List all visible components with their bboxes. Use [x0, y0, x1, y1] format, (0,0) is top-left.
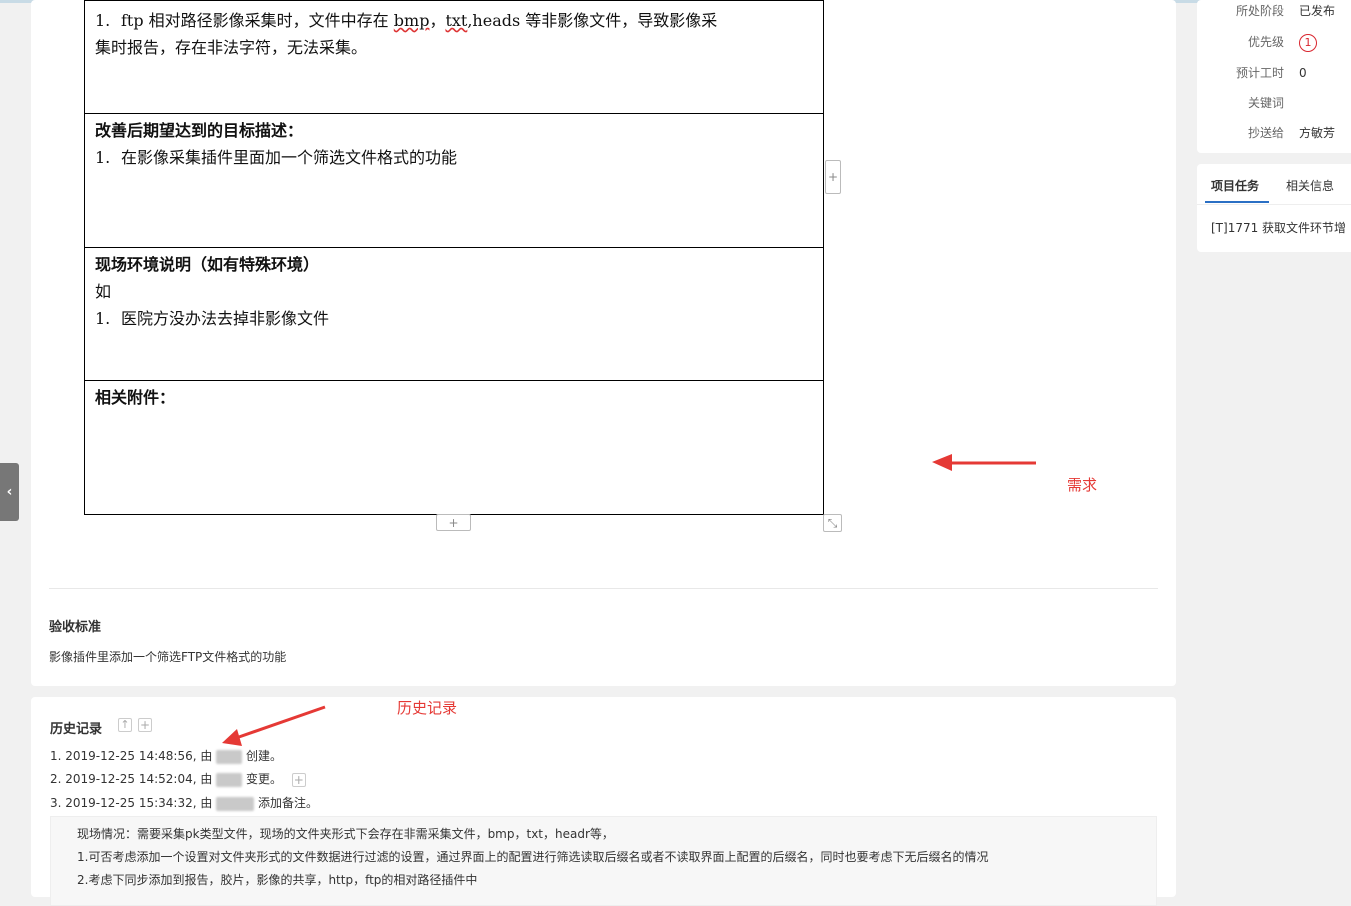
- problem-text-tail: ,heads 等非影像文件，导致影像采: [467, 11, 718, 30]
- add-column-button[interactable]: +: [825, 160, 841, 194]
- history-annotation: 历史记录: [397, 699, 458, 717]
- basic-info-panel: 所处阶段 已发布 优先级 1 预计工时 0 关键词 抄送给 方敏芳: [1197, 0, 1351, 153]
- history-item: 1. 2019-12-25 14:48:56, 由 创建。: [50, 747, 282, 764]
- history-card: 历史记录 ↑ + 历史记录 1. 2019-12-25 14:48:56, 由 …: [31, 697, 1176, 906]
- stage-row: 所处阶段 已发布: [1197, 1, 1351, 21]
- cc-row: 抄送给 方敏芳: [1197, 123, 1351, 143]
- expand-all-icon[interactable]: +: [138, 718, 152, 732]
- task-link[interactable]: [T]1771 获取文件环节增: [1211, 219, 1346, 236]
- history-item-suffix: 变更。: [242, 772, 282, 786]
- history-item-prefix: 1. 2019-12-25 14:48:56, 由: [50, 749, 217, 763]
- history-note: 现场情况：需要采集pk类型文件，现场的文件夹形式下会存在非需采集文件，bmp，t…: [50, 816, 1157, 906]
- attachment-heading: 相关附件：: [95, 388, 176, 407]
- history-item-suffix: 创建。: [242, 749, 282, 763]
- tab-related-info[interactable]: 相关信息: [1286, 177, 1334, 194]
- problem-text: ftp 相对路径影像采集时，文件中存在: [121, 11, 394, 30]
- environment-cell[interactable]: 现场环境说明（如有特殊环境） 如 1. 医院方没办法去掉非影像文件: [85, 248, 823, 381]
- history-item-prefix: 3. 2019-12-25 15:34:32, 由: [50, 796, 217, 810]
- note-line: 现场情况：需要采集pk类型文件，现场的文件夹形式下会存在非需采集文件，bmp，t…: [77, 827, 614, 841]
- history-item-prefix: 2. 2019-12-25 14:52:04, 由: [50, 772, 217, 786]
- priority-label: 优先级: [1247, 35, 1284, 49]
- problem-cell[interactable]: 1. ftp 相对路径影像采集时，文件中存在 bmp，txt,heads 等非影像…: [85, 1, 823, 114]
- chevron-left-icon: ‹: [6, 484, 13, 500]
- section-divider: [49, 588, 1158, 589]
- goal-item: 在影像采集插件里面加一个筛选文件格式的功能: [121, 148, 458, 167]
- stage-value: 已发布: [1299, 4, 1336, 18]
- active-tab-indicator: [1205, 201, 1269, 203]
- tab-divider: [1197, 204, 1351, 205]
- blurred-username: [216, 796, 255, 811]
- goal-heading: 改善后期望达到的目标描述：: [95, 121, 304, 140]
- acceptance-text: 影像插件里添加一个筛选FTP文件格式的功能: [49, 650, 287, 664]
- list-number: 1.: [95, 309, 111, 328]
- history-item: 2. 2019-12-25 14:52:04, 由 变更。 +: [50, 770, 306, 787]
- list-number: 1.: [95, 11, 111, 30]
- acceptance-title: 验收标准: [49, 620, 102, 635]
- history-item: 3. 2019-12-25 15:34:32, 由 添加备注。: [50, 794, 318, 811]
- collapse-sidebar-button[interactable]: ‹: [0, 463, 19, 521]
- priority-badge: 1: [1299, 34, 1317, 52]
- stage-label: 所处阶段: [1235, 4, 1284, 18]
- environment-item: 医院方没办法去掉非影像文件: [121, 309, 330, 328]
- add-row-button[interactable]: +: [436, 514, 471, 531]
- estimate-label: 预计工时: [1235, 66, 1284, 80]
- history-item-suffix: 添加备注。: [254, 796, 318, 810]
- tasks-panel: 项目任务 相关信息 [T]1771 获取文件环节增: [1197, 164, 1351, 252]
- keywords-label: 关键词: [1247, 96, 1284, 110]
- keywords-row: 关键词: [1197, 93, 1351, 113]
- requirement-doc-table: 1. ftp 相对路径影像采集时，文件中存在 bmp，txt,heads 等非影像…: [84, 0, 824, 515]
- note-line: 2.考虑下同步添加到报告，胶片，影像的共享，http，ftp的相对路径插件中: [77, 873, 478, 887]
- list-number: 1.: [95, 148, 111, 167]
- tab-project-tasks[interactable]: 项目任务: [1211, 177, 1259, 194]
- note-line: 1.可否考虑添加一个设置对文件夹形式的文件数据进行过滤的设置，通过界面上的配置进…: [77, 850, 989, 864]
- estimate-value: 0: [1299, 66, 1307, 80]
- comma: ，: [429, 11, 446, 30]
- cc-label: 抄送给: [1247, 126, 1284, 140]
- expand-change-icon[interactable]: +: [291, 772, 306, 787]
- estimate-row: 预计工时 0: [1197, 63, 1351, 83]
- requirement-annotation: 需求: [1067, 476, 1098, 494]
- history-title: 历史记录: [50, 722, 103, 737]
- attachment-cell[interactable]: 相关附件：: [85, 381, 823, 514]
- environment-prefix: 如: [95, 282, 112, 301]
- goal-cell[interactable]: 改善后期望达到的目标描述： 1. 在影像采集插件里面加一个筛选文件格式的功能: [85, 114, 823, 248]
- cc-value: 方敏芳: [1299, 126, 1336, 140]
- environment-heading: 现场环境说明（如有特殊环境）: [95, 255, 320, 274]
- problem-text-line2: 集时报告，存在非法字符，无法采集。: [95, 38, 368, 57]
- priority-row: 优先级 1: [1197, 32, 1351, 52]
- arrow-up-icon[interactable]: ↑: [118, 718, 132, 732]
- requirement-card: 1. ftp 相对路径影像采集时，文件中存在 bmp，txt,heads 等非影像…: [31, 0, 1176, 686]
- blurred-username: [216, 772, 243, 787]
- resize-table-icon[interactable]: ⤡: [823, 514, 842, 532]
- spell-txt: txt: [445, 11, 468, 30]
- blurred-username: [216, 749, 243, 764]
- spell-bmp: bmp: [393, 11, 430, 30]
